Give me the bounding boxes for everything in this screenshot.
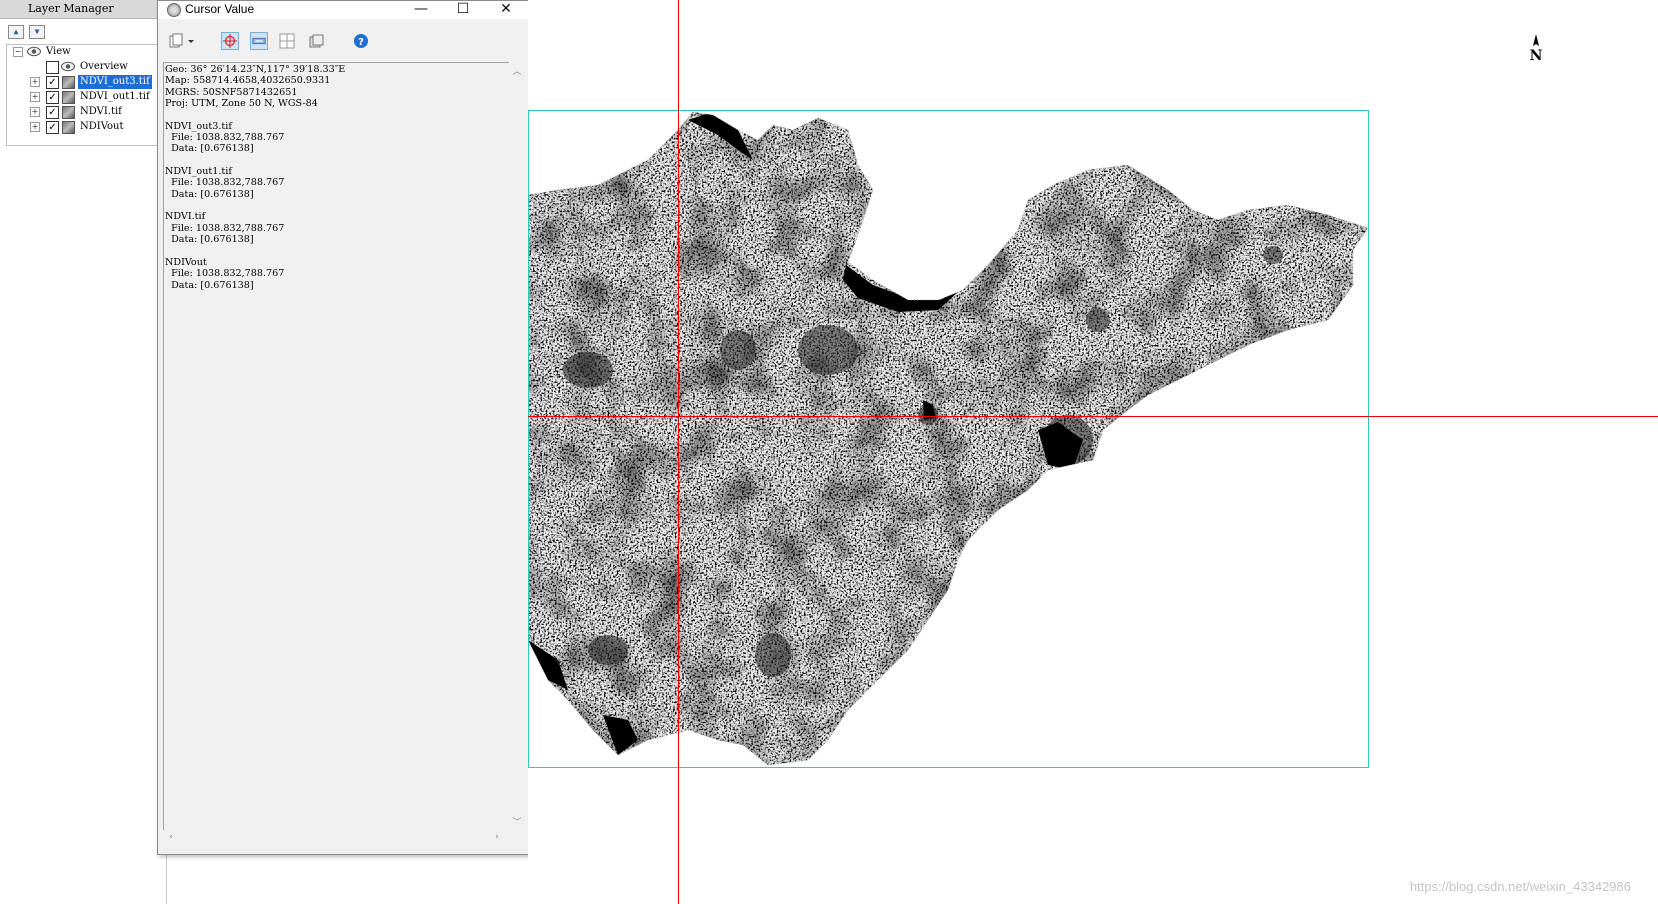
layer-visibility-checkbox[interactable]: ✓ — [46, 121, 59, 134]
layer-name: NDVI_out1.tif — [165, 166, 232, 178]
close-icon: ✕ — [500, 1, 512, 17]
layer-manager-title: Layer Manager — [0, 0, 166, 19]
crosshair-vertical — [678, 0, 679, 904]
layer-value-block: NDVI_out3.tif File: 1038.832,788.767 Dat… — [165, 121, 284, 155]
cursor-toolbar: ? — [158, 27, 529, 57]
crosshair-tool-button[interactable] — [221, 32, 239, 50]
eye-icon — [61, 61, 75, 72]
view-icon — [27, 46, 41, 57]
map-view[interactable]: N — [528, 0, 1658, 904]
expand-icon[interactable]: + — [30, 107, 40, 117]
scroll-left-icon[interactable]: ‹ — [165, 832, 177, 842]
layer-item[interactable]: + ✓ NDVI_out1.tif — [7, 90, 162, 104]
close-button[interactable]: ✕ — [486, 1, 526, 19]
link-views-button[interactable] — [250, 32, 268, 50]
watermark-text: https://blog.csdn.net/weixin_43342986 — [1409, 879, 1631, 894]
layer-item[interactable]: + ✓ NDVI_out3.tif — [7, 74, 162, 90]
file-coords: File: 1038.832,788.767 — [165, 268, 285, 280]
grid-button[interactable] — [278, 32, 296, 50]
layer-item[interactable]: Overview — [7, 60, 162, 74]
layer-name: NDVI_out3.tif — [165, 120, 232, 132]
layer-label: Overview — [80, 61, 128, 72]
chevron-up-icon: ▲ — [13, 27, 19, 36]
layer-label: NDVI.tif — [80, 106, 122, 117]
minimize-button[interactable]: — — [401, 1, 441, 19]
layer-value-block: NDVI_out1.tif File: 1038.832,788.767 Dat… — [165, 166, 284, 200]
expand-icon[interactable]: + — [30, 122, 40, 132]
scroll-down-icon[interactable]: ﹀ — [511, 815, 523, 828]
pixel-data: Data: [0.676138] — [165, 188, 254, 200]
expand-icon[interactable]: + — [30, 77, 40, 87]
layer-value-block: NDVI.tif File: 1038.832,788.767 Data: [0… — [165, 211, 284, 245]
tree-root-view[interactable]: − View — [7, 45, 157, 59]
layer-item[interactable]: + ✓ NDIVout — [7, 120, 162, 134]
raster-extent-box — [528, 110, 1369, 768]
maximize-icon: ☐ — [456, 1, 470, 17]
maximize-button[interactable]: ☐ — [443, 1, 483, 19]
horizontal-scrollbar[interactable]: ‹ › — [163, 830, 509, 847]
svg-text:?: ? — [358, 37, 364, 48]
window-title: Cursor Value — [185, 2, 255, 16]
raster-layer-icon — [62, 91, 75, 104]
layer-label: NDVI_out1.tif — [80, 91, 150, 102]
layer-manager-toolbar: ▲ ▼ — [0, 19, 166, 45]
pixel-data: Data: [0.676138] — [165, 143, 254, 155]
window-titlebar[interactable]: Cursor Value — ☐ ✕ — [158, 1, 529, 19]
layer-name: NDIVout — [165, 256, 207, 268]
cursor-value-window: Cursor Value — ☐ ✕ ? Geo: 36° 26′14.23″N… — [157, 0, 530, 855]
layer-tree: − View Overview + ✓ NDVI_out3.tif + ✓ NDVI_out… — [6, 44, 167, 146]
crosshair-horizontal — [528, 416, 1658, 417]
layer-visibility-checkbox[interactable]: ✓ — [46, 91, 59, 104]
cursor-value-output: Geo: 36° 26′14.23″N,117° 39′18.33″E Map:… — [164, 63, 510, 291]
layer-visibility-checkbox[interactable]: ✓ — [46, 106, 59, 119]
move-up-button[interactable]: ▲ — [8, 25, 24, 39]
north-label: N — [1530, 48, 1543, 64]
file-coords: File: 1038.832,788.767 — [165, 177, 285, 189]
vertical-scrollbar[interactable]: ︿ ﹀ — [509, 62, 526, 830]
move-down-button[interactable]: ▼ — [29, 25, 45, 39]
minimize-icon: — — [414, 1, 428, 17]
layer-label: NDVI_out3.tif — [77, 74, 153, 90]
scroll-right-icon[interactable]: › — [491, 832, 503, 842]
north-arrow-icon: N — [1530, 34, 1543, 64]
layer-name: NDVI.tif — [165, 211, 206, 223]
raster-layer-icon — [62, 121, 75, 134]
mgrs-readout: MGRS: 50SNF5871432651 — [165, 86, 298, 98]
chevron-down-icon: ▼ — [34, 27, 40, 36]
file-coords: File: 1038.832,788.767 — [165, 222, 285, 234]
help-button[interactable]: ? — [352, 32, 370, 50]
layer-visibility-checkbox[interactable]: ✓ — [46, 76, 59, 89]
map-readout: Map: 558714.4658,4032650.9331 — [165, 75, 331, 87]
copy-dropdown-button[interactable] — [168, 32, 198, 50]
cursor-value-text-area[interactable]: Geo: 36° 26′14.23″N,117° 39′18.33″E Map:… — [163, 62, 510, 831]
geo-readout: Geo: 36° 26′14.23″N,117° 39′18.33″E — [165, 64, 346, 75]
raster-layer-icon — [62, 106, 75, 119]
file-coords: File: 1038.832,788.767 — [165, 132, 285, 144]
app-icon — [167, 3, 181, 17]
layer-item[interactable]: + ✓ NDVI.tif — [7, 105, 162, 119]
pixel-data: Data: [0.676138] — [165, 279, 254, 291]
collapse-icon[interactable]: − — [13, 47, 23, 57]
proj-readout: Proj: UTM, Zone 50 N, WGS-84 — [165, 98, 318, 110]
layer-manager-panel: Layer Manager ▲ ▼ − View Overview + ✓ NDVI_… — [0, 0, 167, 904]
expand-icon[interactable]: + — [30, 92, 40, 102]
layer-visibility-checkbox[interactable] — [46, 61, 59, 74]
layer-value-block: NDIVout File: 1038.832,788.767 Data: [0.… — [165, 257, 284, 291]
layer-label: NDIVout — [80, 121, 124, 132]
scroll-up-icon[interactable]: ︿ — [511, 64, 523, 77]
pixel-data: Data: [0.676138] — [165, 234, 254, 246]
tree-root-label: View — [46, 46, 71, 57]
raster-layer-icon — [62, 76, 75, 89]
layers-stack-button[interactable] — [307, 32, 325, 50]
